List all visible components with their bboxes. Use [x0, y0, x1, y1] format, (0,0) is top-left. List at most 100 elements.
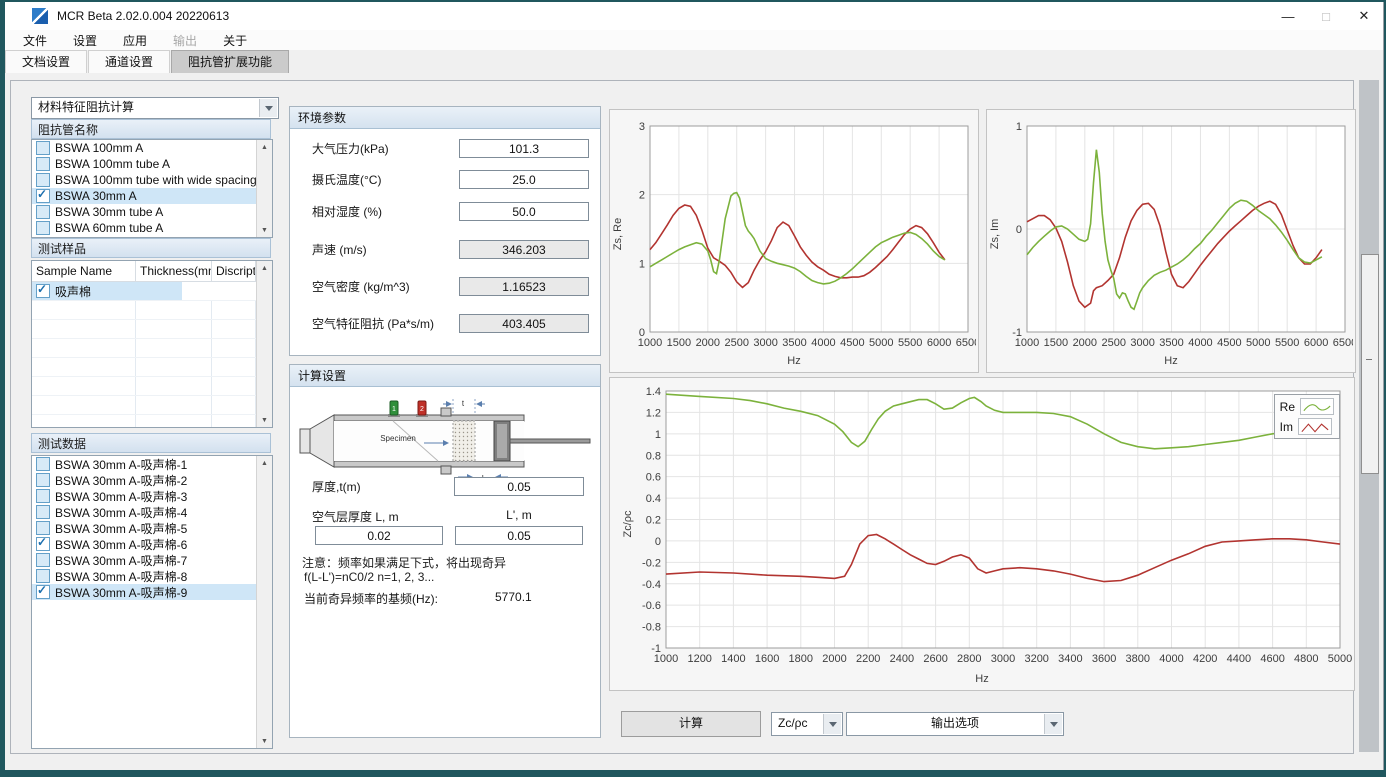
checked-checkbox-icon[interactable] — [36, 585, 50, 599]
env-field-input[interactable]: 25.0 — [459, 170, 589, 189]
checked-checkbox-icon[interactable] — [36, 537, 50, 551]
scroll-up-icon[interactable]: ▲ — [257, 261, 272, 275]
list-item[interactable]: BSWA 30mm A-吸声棉-7 — [32, 552, 272, 568]
close-button[interactable]: ✕ — [1345, 2, 1383, 30]
list-item[interactable]: BSWA 30mm A-吸声棉-3 — [32, 488, 272, 504]
calc-type-combo[interactable]: 材料特征阻抗计算 — [31, 97, 279, 119]
list-item[interactable]: BSWA 60mm tube A — [32, 220, 272, 236]
svg-text:1200: 1200 — [687, 653, 711, 665]
list-scrollbar[interactable]: ▲▼ — [256, 456, 272, 748]
minimize-button[interactable]: — — [1269, 2, 1307, 30]
legend-label: Re — [1280, 400, 1295, 414]
svg-text:4400: 4400 — [1227, 653, 1251, 665]
main-vertical-scrollbar[interactable] — [1359, 80, 1379, 752]
chevron-down-icon[interactable] — [823, 714, 841, 734]
list-item[interactable]: BSWA 100mm A — [32, 140, 272, 156]
table-row[interactable]: 吸声棉 — [32, 282, 272, 301]
empty-cell — [136, 377, 212, 395]
note-line1: 注意：频率如果满足下式，将出现奇异 — [302, 554, 592, 571]
l-prime-input[interactable]: 0.05 — [455, 526, 583, 545]
sample-table: Sample NameThickness(mm)Discription吸声棉▲▼ — [31, 260, 273, 428]
menu-item[interactable]: 设置 — [69, 32, 101, 49]
tab-通道设置[interactable]: 通道设置 — [88, 50, 170, 73]
svg-text:4600: 4600 — [1260, 653, 1284, 665]
list-item[interactable]: BSWA 30mm A-吸声棉-2 — [32, 472, 272, 488]
menu-item[interactable]: 文件 — [19, 32, 51, 49]
checked-checkbox-icon[interactable] — [36, 284, 50, 298]
column-header[interactable]: Thickness(mm) — [136, 261, 212, 281]
menu-item[interactable]: 关于 — [219, 32, 251, 49]
thickness-input[interactable]: 0.05 — [454, 477, 584, 496]
list-item[interactable]: BSWA 30mm A — [32, 188, 272, 204]
scrollbar-thumb[interactable] — [1361, 254, 1379, 474]
scroll-up-icon[interactable]: ▲ — [257, 140, 272, 154]
svg-text:2000: 2000 — [1073, 337, 1097, 349]
scroll-up-icon[interactable]: ▲ — [257, 456, 272, 470]
list-scrollbar[interactable]: ▲▼ — [256, 140, 272, 237]
list-item[interactable]: BSWA 100mm tube with wide spacing — [32, 172, 272, 188]
chart-zs-im: Zs, Im Hz 100015002000250030003500400045… — [986, 109, 1356, 373]
empty-table-row — [32, 377, 272, 396]
env-params-box: 环境参数 大气压力(kPa)101.3摄氏温度(°C)25.0相对湿度 (%)5… — [289, 106, 601, 356]
env-field-input[interactable]: 101.3 — [459, 139, 589, 158]
quantity-combo[interactable]: Zc/ρc — [771, 712, 843, 736]
calc-settings-title: 计算设置 — [290, 365, 600, 387]
app-logo-icon — [32, 8, 48, 24]
calc-settings-box: 计算设置 — [289, 364, 601, 738]
legend-entry[interactable]: Re — [1280, 398, 1334, 415]
scroll-down-icon[interactable]: ▼ — [257, 413, 272, 427]
unchecked-checkbox-icon[interactable] — [36, 457, 50, 471]
calculate-button[interactable]: 计算 — [621, 711, 761, 737]
column-header[interactable]: Sample Name — [32, 261, 136, 281]
output-options-combo[interactable]: 输出选项 — [846, 712, 1064, 736]
client-area: 材料特征阻抗计算 阻抗管名称 BSWA 100mm ABSWA 100mm tu… — [5, 73, 1383, 770]
svg-text:2600: 2600 — [923, 653, 947, 665]
unchecked-checkbox-icon[interactable] — [36, 521, 50, 535]
svg-text:0.2: 0.2 — [646, 515, 661, 527]
tab-文档设置[interactable]: 文档设置 — [5, 50, 87, 73]
env-field-input[interactable]: 50.0 — [459, 202, 589, 221]
legend-entry[interactable]: Im — [1280, 418, 1334, 435]
sample-name-cell[interactable]: 吸声棉 — [32, 282, 182, 300]
list-item[interactable]: BSWA 30mm A-吸声棉-5 — [32, 520, 272, 536]
calc-type-combo-value: 材料特征阻抗计算 — [38, 100, 134, 114]
list-item[interactable]: BSWA 30mm tube A — [32, 204, 272, 220]
unchecked-checkbox-icon[interactable] — [36, 141, 50, 155]
unchecked-checkbox-icon[interactable] — [36, 221, 50, 235]
list-item[interactable]: BSWA 30mm A-吸声棉-4 — [32, 504, 272, 520]
window-title: MCR Beta 2.02.0.004 20220613 — [57, 9, 229, 23]
sample-table-header: 测试样品 — [31, 238, 271, 258]
unchecked-checkbox-icon[interactable] — [36, 489, 50, 503]
scroll-down-icon[interactable]: ▼ — [257, 734, 272, 748]
list-item[interactable]: BSWA 30mm A-吸声棉-9 — [32, 584, 272, 600]
list-item-label: BSWA 30mm A — [55, 189, 137, 203]
unchecked-checkbox-icon[interactable] — [36, 157, 50, 171]
unchecked-checkbox-icon[interactable] — [36, 553, 50, 567]
scroll-down-icon[interactable]: ▼ — [257, 223, 272, 237]
chevron-down-icon[interactable] — [1044, 714, 1062, 734]
list-item[interactable]: BSWA 30mm A-吸声棉-1 — [32, 456, 272, 472]
unchecked-checkbox-icon[interactable] — [36, 205, 50, 219]
list-item[interactable]: BSWA 30mm A-吸声棉-8 — [32, 568, 272, 584]
empty-table-row — [32, 339, 272, 358]
unchecked-checkbox-icon[interactable] — [36, 505, 50, 519]
list-item[interactable]: BSWA 100mm tube A — [32, 156, 272, 172]
list-item-label: BSWA 30mm A-吸声棉-9 — [55, 584, 187, 601]
unchecked-checkbox-icon[interactable] — [36, 473, 50, 487]
list-item[interactable]: BSWA 30mm A-吸声棉-6 — [32, 536, 272, 552]
svg-text:6000: 6000 — [1304, 337, 1328, 349]
menu-item[interactable]: 应用 — [119, 32, 151, 49]
empty-cell — [212, 339, 256, 357]
column-header[interactable]: Discription — [212, 261, 256, 281]
list-item-label: BSWA 30mm A-吸声棉-3 — [55, 488, 187, 505]
checked-checkbox-icon[interactable] — [36, 189, 50, 203]
chevron-down-icon[interactable] — [259, 99, 277, 117]
air-layer-input[interactable]: 0.02 — [315, 526, 443, 545]
tab-阻抗管扩展功能[interactable]: 阻抗管扩展功能 — [171, 50, 289, 73]
chart-zc-xlabel: Hz — [610, 673, 1354, 685]
maximize-button[interactable]: □ — [1307, 2, 1345, 30]
unchecked-checkbox-icon[interactable] — [36, 173, 50, 187]
note-line2: f(L-L')=nC0/2 n=1, 2, 3... — [304, 570, 592, 584]
unchecked-checkbox-icon[interactable] — [36, 569, 50, 583]
table-scrollbar[interactable]: ▲▼ — [256, 261, 272, 427]
